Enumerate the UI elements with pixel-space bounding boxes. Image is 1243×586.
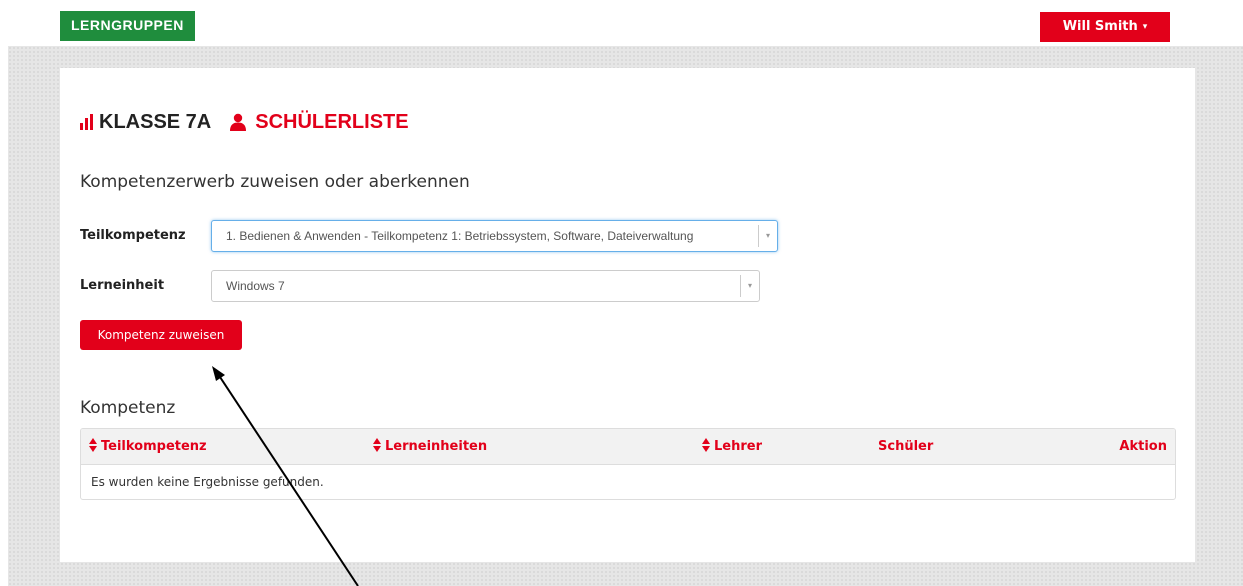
column-lehrer[interactable]: Lehrer: [702, 429, 762, 464]
user-icon: [229, 113, 247, 131]
teilkompetenz-select[interactable]: 1. Bedienen & Anwenden - Teilkompetenz 1…: [211, 220, 778, 252]
sort-icon: [702, 438, 711, 452]
competence-table: Teilkompetenz Lerneinheiten Lehrer Schül…: [80, 428, 1176, 500]
column-teilkompetenz[interactable]: Teilkompetenz: [89, 429, 207, 464]
column-label: Lerneinheiten: [385, 439, 488, 454]
teilkompetenz-label: Teilkompetenz: [80, 228, 186, 243]
brand-button[interactable]: LERNGRUPPEN: [60, 11, 195, 41]
lerneinheit-label: Lerneinheit: [80, 278, 165, 293]
column-label: Lehrer: [714, 439, 762, 454]
form-subtitle: Kompetenzerwerb zuweisen oder aberkennen: [80, 172, 470, 192]
bar-chart-icon: [80, 114, 93, 130]
lerneinheit-value: Windows 7: [226, 279, 285, 293]
sort-icon: [373, 438, 382, 452]
student-list-link[interactable]: SCHÜLERLISTE: [255, 111, 408, 134]
column-label: Teilkompetenz: [101, 439, 207, 454]
chevron-down-icon[interactable]: ▾: [758, 225, 777, 247]
sort-icon: [89, 438, 98, 452]
caret-down-icon: ▾: [1142, 22, 1148, 32]
column-lerneinheiten[interactable]: Lerneinheiten: [373, 429, 487, 464]
lerneinheit-select[interactable]: Windows 7 ▾: [211, 270, 760, 302]
assign-competence-button[interactable]: Kompetenz zuweisen: [80, 320, 242, 350]
user-name: Will Smith: [1062, 19, 1138, 34]
teilkompetenz-value: 1. Bedienen & Anwenden - Teilkompetenz 1…: [226, 229, 694, 243]
main-panel: KLASSE 7A SCHÜLERLISTE Kompetenzerwerb z…: [60, 68, 1195, 562]
column-aktion: Aktion: [1119, 439, 1167, 454]
empty-table-message: Es wurden keine Ergebnisse gefunden.: [91, 475, 324, 489]
class-title: KLASSE 7A: [99, 110, 212, 133]
column-schueler: Schüler: [878, 439, 934, 454]
page-heading: KLASSE 7A SCHÜLERLISTE: [80, 108, 409, 136]
chevron-down-icon[interactable]: ▾: [740, 275, 759, 297]
top-navbar: LERNGRUPPEN Will Smith ▾: [0, 0, 1243, 46]
table-header: Teilkompetenz Lerneinheiten Lehrer Schül…: [81, 429, 1175, 465]
user-menu-button[interactable]: Will Smith ▾: [1040, 12, 1170, 42]
competence-section-title: Kompetenz: [80, 398, 176, 418]
